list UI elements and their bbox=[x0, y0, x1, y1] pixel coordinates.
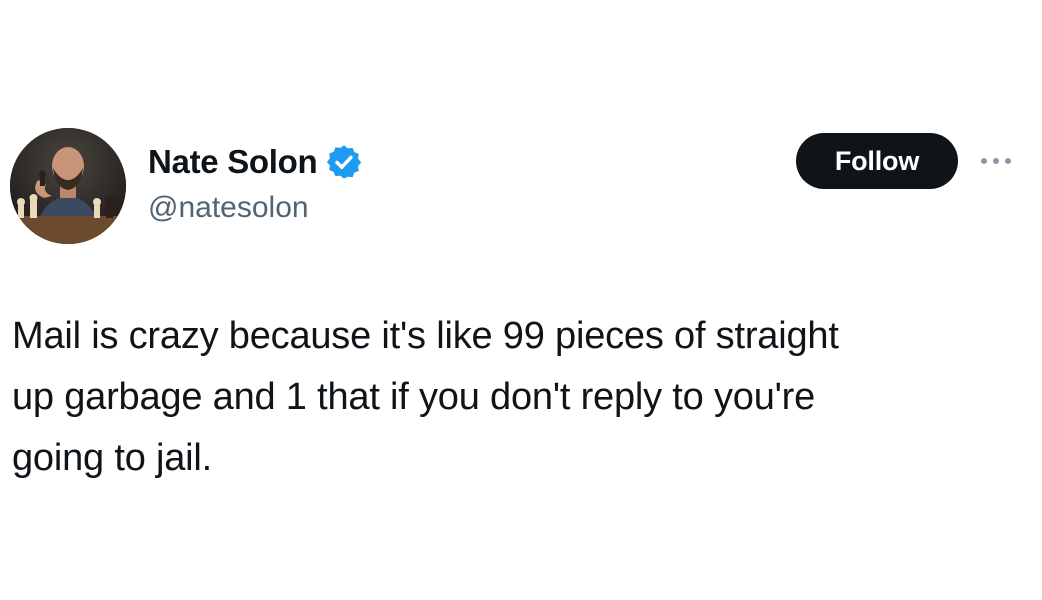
author-handle[interactable]: @natesolon bbox=[148, 191, 309, 225]
follow-button[interactable]: Follow bbox=[796, 133, 958, 189]
more-options-icon[interactable] bbox=[974, 148, 1018, 174]
author-display-name[interactable]: Nate Solon bbox=[148, 143, 318, 181]
tweet-text: Mail is crazy because it's like 99 piece… bbox=[12, 315, 839, 479]
avatar-image bbox=[10, 128, 126, 244]
verified-badge-icon bbox=[325, 143, 363, 181]
tweet-card: Nate Solon @natesolon Follow Mail is cra… bbox=[0, 0, 1042, 600]
author-name-row: Nate Solon bbox=[148, 140, 363, 184]
avatar[interactable] bbox=[10, 128, 126, 244]
